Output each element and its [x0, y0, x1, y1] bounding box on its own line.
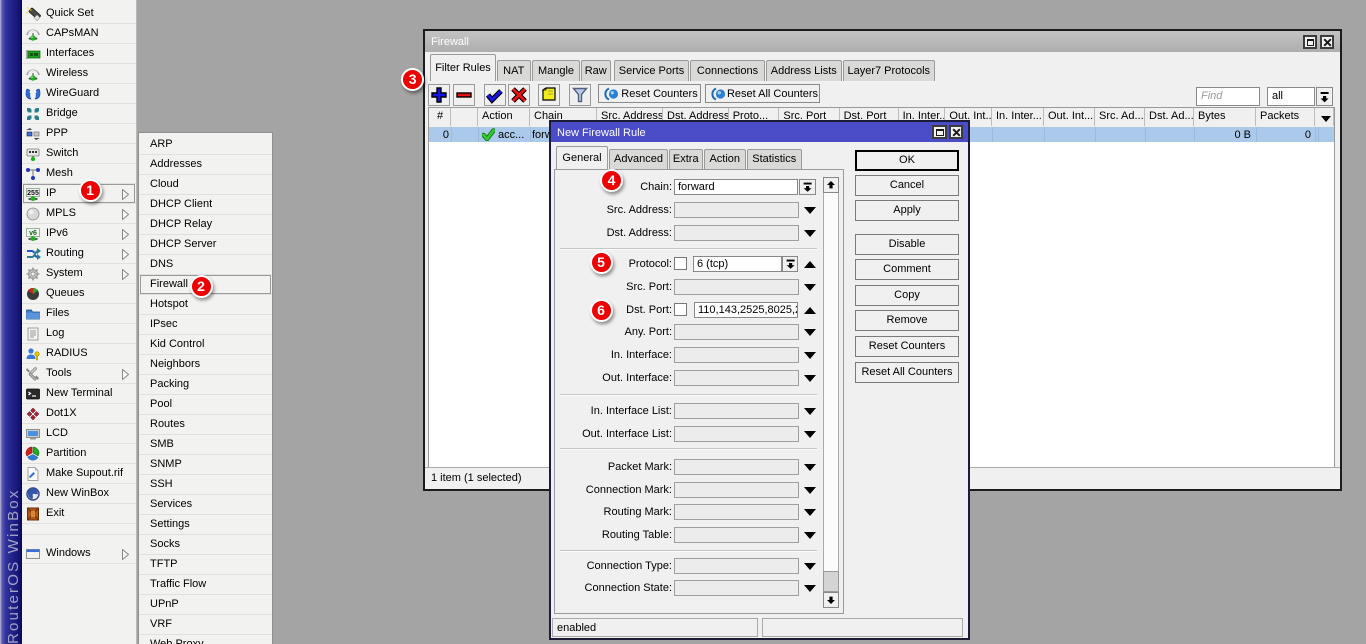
- svg-text:v6: v6: [29, 230, 37, 237]
